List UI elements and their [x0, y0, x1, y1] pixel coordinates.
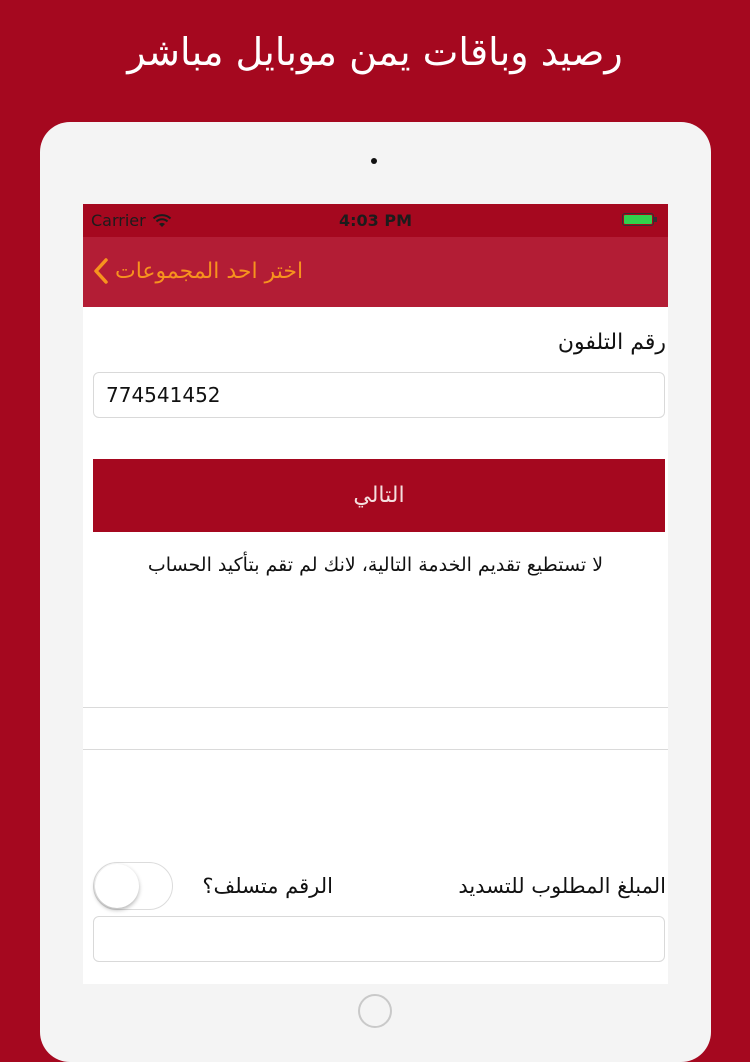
chevron-left-icon [94, 258, 108, 284]
back-button[interactable]: اختر احد المجموعات [93, 251, 303, 291]
number-borrowed-toggle[interactable] [93, 862, 173, 910]
promo-title: رصيد وباقات يمن موبايل مباشر [127, 30, 623, 74]
divider [83, 707, 668, 708]
tablet-camera [371, 158, 377, 164]
toggle-knob [95, 864, 139, 908]
phone-number-label: رقم التلفون [557, 330, 666, 355]
back-button-label: اختر احد المجموعات [115, 258, 304, 284]
app-screen: Carrier 4:03 PM اختر احد المجموعات رقم ا… [83, 204, 668, 984]
battery-icon [622, 213, 657, 226]
tablet-home-button [358, 994, 392, 1028]
amount-input[interactable] [93, 916, 665, 962]
next-button[interactable]: التالي [93, 459, 665, 532]
status-bar: Carrier 4:03 PM [83, 204, 668, 237]
phone-number-input[interactable] [93, 372, 665, 418]
navigation-bar: اختر احد المجموعات [83, 237, 668, 307]
amount-due-label: المبلغ المطلوب للتسديد [458, 874, 666, 898]
account-not-confirmed-notice: لا تستطيع تقديم الخدمة التالية، لانك لم … [147, 554, 604, 576]
divider [83, 749, 668, 750]
status-time: 4:03 PM [338, 211, 412, 230]
